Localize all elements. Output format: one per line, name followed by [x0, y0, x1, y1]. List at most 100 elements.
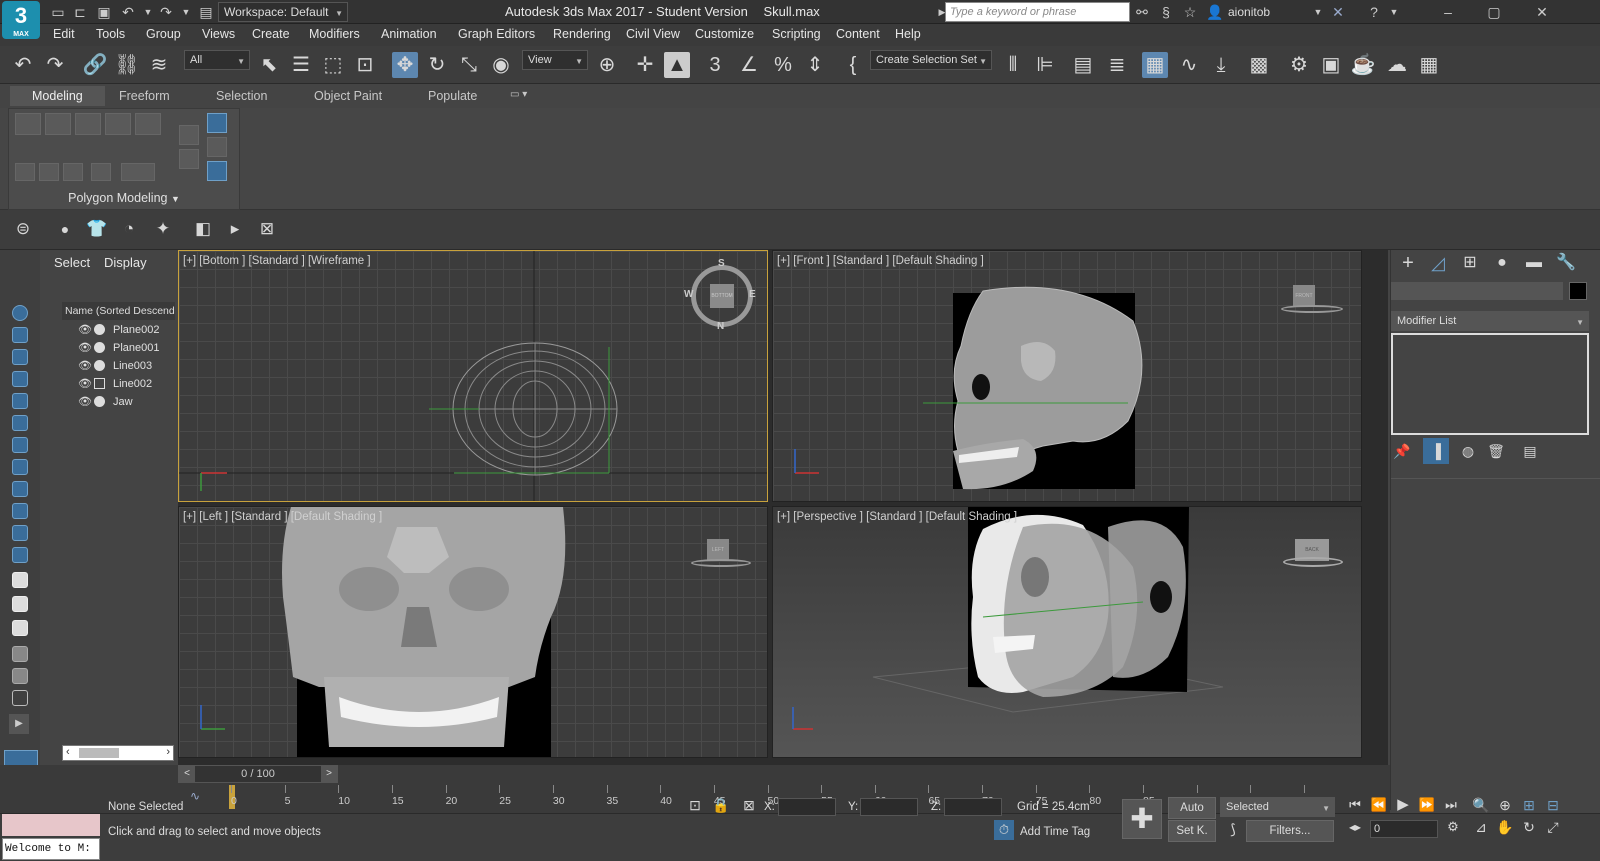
undo-icon[interactable]: ↶ — [10, 52, 36, 78]
collapse-stack-icon[interactable] — [207, 161, 227, 181]
redo-icon[interactable]: ↷ — [42, 52, 68, 78]
panel-divider[interactable] — [1391, 478, 1600, 481]
current-frame-field[interactable]: 0 — [1370, 820, 1438, 838]
set-key-mode-button[interactable]: Set K. — [1168, 820, 1216, 842]
align-icon[interactable]: ⊫ — [1032, 52, 1058, 78]
project-folder-icon[interactable]: ▤ — [198, 4, 214, 20]
make-unique-icon[interactable]: ◍ — [1455, 438, 1481, 464]
visibility-eye-icon[interactable]: 👁 — [78, 377, 92, 390]
quickslice-icon[interactable] — [63, 163, 83, 181]
workspace-dropdown[interactable]: Workspace: Default — [218, 2, 348, 22]
element-icon[interactable] — [135, 113, 161, 135]
absolute-mode-icon[interactable]: ⊠ — [736, 792, 762, 818]
menu-help[interactable]: Help — [895, 27, 921, 41]
display-spacewarps-icon[interactable]: ▸ — [222, 216, 248, 242]
tab-display[interactable]: Display — [104, 255, 147, 270]
select-and-scale-icon[interactable]: ⤡ — [456, 52, 482, 78]
display-all-icon[interactable]: ⊠ — [254, 216, 280, 242]
list-item[interactable]: 👁 Plane001 — [62, 339, 175, 357]
layer-icon[interactable] — [12, 690, 28, 706]
list-item[interactable]: 👁 Plane002 — [62, 321, 175, 339]
prev-frame-arrow-icon[interactable]: < — [179, 766, 195, 782]
display-geometry-icon[interactable]: ● — [52, 216, 78, 242]
column-header[interactable]: Name (Sorted Descend — [62, 302, 175, 320]
new-file-icon[interactable]: ▭ — [50, 4, 66, 20]
modifier-list-dropdown[interactable]: Modifier List — [1391, 311, 1589, 331]
keyboard-shortcut-icon[interactable]: ▲ — [664, 52, 690, 78]
key-mode-icon[interactable]: ◂▸ — [1342, 814, 1368, 840]
display-tab-icon[interactable]: ▬ — [1521, 250, 1547, 276]
play-icon[interactable]: ▶ — [1390, 792, 1416, 818]
redo-icon[interactable]: ↷ — [158, 4, 174, 20]
help-icon[interactable]: ? — [1366, 4, 1382, 20]
scroll-thumb[interactable] — [79, 748, 119, 758]
shapes-filter-icon[interactable] — [12, 327, 28, 343]
object-color-swatch[interactable] — [1569, 282, 1587, 300]
link-icon[interactable]: 🔗 — [82, 52, 108, 78]
display-shapes-icon[interactable]: 👕 — [84, 216, 110, 242]
communication-icon[interactable]: § — [1158, 4, 1174, 20]
ribbon-options-icon[interactable]: ▭ ▾ — [510, 89, 527, 100]
undo-icon[interactable]: ↶ — [120, 4, 136, 20]
bones-filter-icon[interactable] — [12, 481, 28, 497]
menu-animation[interactable]: Animation — [381, 27, 437, 41]
particles-filter-icon[interactable] — [12, 525, 28, 541]
viewport-label[interactable]: [+] [Perspective ] [Standard ] [Default … — [777, 511, 1017, 523]
dropdown-icon[interactable]: ▼ — [140, 4, 156, 20]
viewcube[interactable]: BOTTOM — [710, 284, 734, 308]
tab-object-paint[interactable]: Object Paint — [314, 89, 382, 103]
render-iterative-icon[interactable]: ☁ — [1384, 52, 1410, 78]
time-slider[interactable]: < 0 / 100 > — [178, 765, 338, 783]
viewport-left[interactable]: LEFT [+] [Left ] [Standard ] [Default Sh… — [178, 506, 768, 758]
motion-tab-icon[interactable]: ● — [1489, 250, 1515, 276]
show-end-result-icon[interactable]: ▐ — [1423, 438, 1449, 464]
filter-icon[interactable] — [12, 668, 28, 684]
unlink-icon[interactable]: ⛓ — [114, 52, 140, 78]
list-item[interactable]: 👁 Line003 — [62, 357, 175, 375]
expand-explorer-icon[interactable]: ▶ — [9, 714, 29, 734]
visibility-eye-icon[interactable]: 👁 — [78, 395, 92, 408]
rectangular-selection-icon[interactable]: ⬚ — [320, 52, 346, 78]
close-icon[interactable]: ✕ — [1534, 4, 1550, 20]
lights-filter-icon[interactable] — [12, 349, 28, 365]
object-name-field[interactable] — [1391, 282, 1563, 300]
dropdown-icon[interactable]: ▼ — [178, 4, 194, 20]
user-name[interactable]: aionitob — [1228, 5, 1270, 19]
repeat-last-icon[interactable] — [39, 163, 59, 181]
polygon-icon[interactable] — [105, 113, 131, 135]
selection-filter-dropdown[interactable]: All — [184, 50, 250, 70]
pin-stack-icon[interactable]: 📌 — [1389, 438, 1415, 464]
pan-hand-icon[interactable]: ✋ — [1492, 814, 1518, 840]
field-of-view-icon[interactable]: ⊿ — [1468, 814, 1494, 840]
menu-rendering[interactable]: Rendering — [553, 27, 611, 41]
tab-modeling[interactable]: Modeling — [10, 86, 105, 106]
frozen-filter-icon[interactable] — [12, 572, 28, 588]
selection-lock-icon[interactable]: 🔒 — [708, 792, 734, 818]
modifier-stack[interactable] — [1391, 333, 1589, 435]
menu-create[interactable]: Create — [252, 27, 290, 41]
exchange-icon[interactable]: ✕ — [1330, 4, 1346, 20]
maxscript-listener-top[interactable] — [2, 814, 100, 836]
viewport-perspective[interactable]: BACK [+] [Perspective ] [Standard ] [Def… — [772, 506, 1362, 758]
isolate-selection-icon[interactable]: ⊡ — [682, 792, 708, 818]
maximize-icon[interactable]: ▢ — [1486, 4, 1502, 20]
spinner-snap-icon[interactable]: ⇕ — [802, 52, 828, 78]
tab-selection[interactable]: Selection — [216, 89, 267, 103]
save-icon[interactable]: ▣ — [96, 4, 112, 20]
render-setup-icon[interactable]: ⚙ — [1286, 52, 1312, 78]
time-tag-icon[interactable]: ⏱ — [994, 820, 1014, 840]
menu-scripting[interactable]: Scripting — [772, 27, 821, 41]
list-item[interactable]: 👁 Line002 — [62, 375, 175, 393]
tab-select[interactable]: Select — [54, 255, 90, 270]
rendered-frame-icon[interactable]: ▣ — [1318, 52, 1344, 78]
y-coordinate-field[interactable] — [860, 798, 918, 816]
scene-explorer-icon[interactable]: ▦ — [1142, 52, 1168, 78]
dropdown-icon[interactable]: ▼ — [1310, 4, 1326, 20]
scroll-left-icon[interactable]: ‹ — [66, 746, 70, 758]
hierarchy-tab-icon[interactable]: ⊞ — [1457, 250, 1483, 276]
bind-space-warp-icon[interactable]: ≋ — [146, 52, 172, 78]
percent-snap-icon[interactable]: % — [770, 52, 796, 78]
mirror-icon[interactable]: ⫴ — [1000, 52, 1026, 78]
viewport-label[interactable]: [+] [Left ] [Standard ] [Default Shading… — [183, 511, 382, 523]
viewport-bottom[interactable]: BOTTOM S N W E [+] [Bottom ] [Standard ]… — [178, 250, 768, 502]
